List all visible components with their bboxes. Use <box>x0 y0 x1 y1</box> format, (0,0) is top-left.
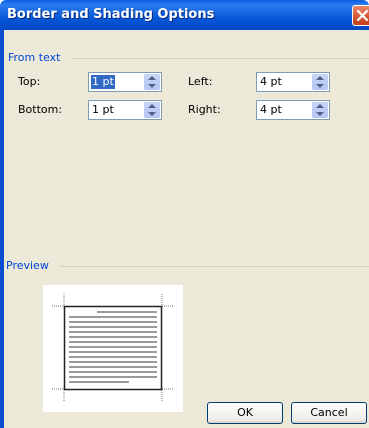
top-input[interactable]: 1 pt <box>91 75 115 89</box>
spin-arrows-icon <box>148 104 156 116</box>
right-input[interactable]: 4 pt <box>259 103 283 117</box>
top-label-text: Top: <box>18 75 41 88</box>
bottom-spin-button[interactable] <box>144 102 160 118</box>
title-bar[interactable]: Border and Shading Options <box>0 0 369 30</box>
right-label-text: Right: <box>188 103 221 116</box>
from-text-heading: From text <box>8 51 65 64</box>
left-label-text: Left: <box>188 75 213 88</box>
top-label: Top: <box>18 75 40 88</box>
right-spinner[interactable]: 4 pt <box>256 100 330 120</box>
spin-arrows-icon <box>316 104 324 116</box>
top-spin-button[interactable] <box>144 74 160 90</box>
left-spinner[interactable]: 4 pt <box>256 72 330 92</box>
bottom-label: Bottom: <box>18 103 62 116</box>
spin-arrows-icon <box>148 76 156 88</box>
top-spinner[interactable]: 1 pt <box>88 72 162 92</box>
ok-button[interactable]: OK <box>207 402 283 424</box>
spin-arrows-icon <box>316 76 324 88</box>
preview-heading: Preview <box>6 259 53 272</box>
preview-pane <box>43 285 183 412</box>
left-input[interactable]: 4 pt <box>259 75 283 89</box>
right-label: Right: <box>188 103 221 116</box>
preview-divider <box>60 266 369 267</box>
close-icon <box>356 9 369 22</box>
from-text-divider <box>72 58 369 59</box>
bottom-spinner[interactable]: 1 pt <box>88 100 162 120</box>
window-title: Border and Shading Options <box>7 7 215 22</box>
bottom-label-text: Bottom: <box>18 103 63 116</box>
preview-page-icon <box>52 294 174 402</box>
left-spin-button[interactable] <box>312 74 328 90</box>
bottom-input[interactable]: 1 pt <box>91 103 115 117</box>
left-label: Left: <box>188 75 212 88</box>
close-button[interactable] <box>352 5 369 26</box>
right-spin-button[interactable] <box>312 102 328 118</box>
cancel-button[interactable]: Cancel <box>291 402 367 424</box>
